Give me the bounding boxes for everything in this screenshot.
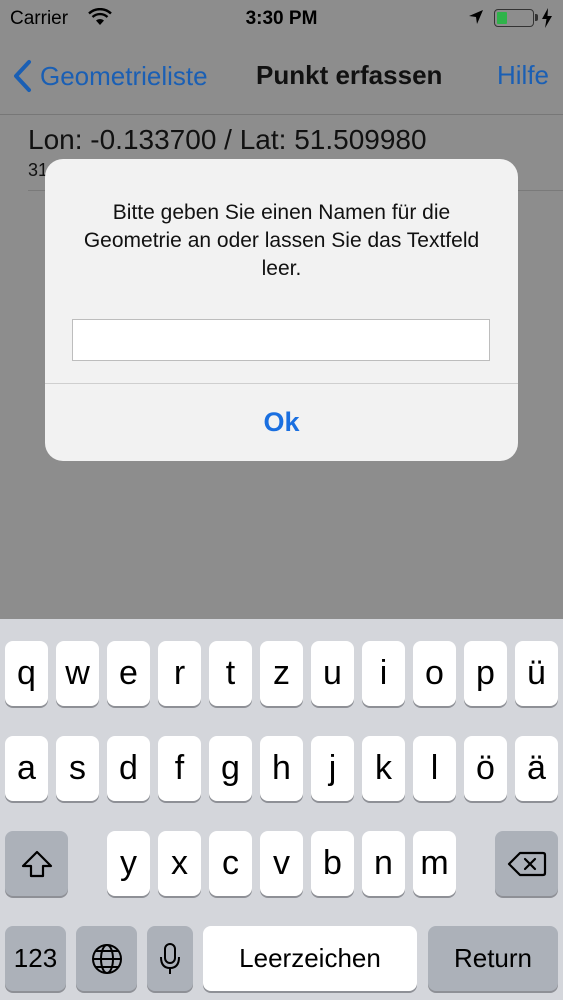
- key-f[interactable]: f: [158, 736, 201, 801]
- coordinates-label: Lon: -0.133700 / Lat: 51.509980: [28, 124, 427, 155]
- key-g[interactable]: g: [209, 736, 252, 801]
- key-w[interactable]: w: [56, 641, 99, 706]
- delete-icon: [507, 851, 546, 876]
- key-a[interactable]: a: [5, 736, 48, 801]
- key-r[interactable]: r: [158, 641, 201, 706]
- key-c[interactable]: c: [209, 831, 252, 896]
- location-arrow-icon: [469, 10, 483, 24]
- key-u[interactable]: u: [311, 641, 354, 706]
- globe-icon: [91, 943, 122, 974]
- shift-key[interactable]: [5, 831, 68, 896]
- globe-key[interactable]: [76, 926, 137, 991]
- help-button[interactable]: Hilfe: [497, 60, 549, 91]
- key-b[interactable]: b: [311, 831, 354, 896]
- battery-nub: [535, 14, 538, 21]
- return-key[interactable]: Return: [428, 926, 558, 991]
- key-s[interactable]: s: [56, 736, 99, 801]
- page-title: Punkt erfassen: [256, 60, 443, 90]
- delete-key[interactable]: [495, 831, 558, 896]
- numbers-key[interactable]: 123: [5, 926, 66, 991]
- key-p[interactable]: p: [464, 641, 507, 706]
- chevron-left-icon: [14, 60, 31, 92]
- key-j[interactable]: j: [311, 736, 354, 801]
- back-button-label: Geometrieliste: [40, 60, 208, 91]
- key-q[interactable]: q: [5, 641, 48, 706]
- key-oe[interactable]: ö: [464, 736, 507, 801]
- key-l[interactable]: l: [413, 736, 456, 801]
- name-alert-dialog: Bitte geben Sie einen Namen für die Geom…: [45, 159, 518, 461]
- back-button[interactable]: Geometrieliste: [12, 58, 208, 94]
- navigation-bar: Geometrieliste Punkt erfassen Hilfe: [0, 38, 563, 115]
- key-n[interactable]: n: [362, 831, 405, 896]
- ok-button[interactable]: Ok: [45, 384, 518, 461]
- key-o[interactable]: o: [413, 641, 456, 706]
- key-m[interactable]: m: [413, 831, 456, 896]
- microphone-key[interactable]: [147, 926, 193, 991]
- microphone-icon: [160, 942, 180, 974]
- key-e[interactable]: e: [107, 641, 150, 706]
- key-ue[interactable]: ü: [515, 641, 558, 706]
- key-v[interactable]: v: [260, 831, 303, 896]
- charging-bolt-icon: [542, 8, 552, 28]
- battery-icon: [494, 9, 538, 27]
- status-bar: Carrier 3:30 PM: [0, 0, 563, 38]
- key-x[interactable]: x: [158, 831, 201, 896]
- key-d[interactable]: d: [107, 736, 150, 801]
- key-h[interactable]: h: [260, 736, 303, 801]
- key-i[interactable]: i: [362, 641, 405, 706]
- key-ae[interactable]: ä: [515, 736, 558, 801]
- key-k[interactable]: k: [362, 736, 405, 801]
- alert-message: Bitte geben Sie einen Namen für die Geom…: [83, 201, 480, 280]
- keyboard: q w e r t z u i o p ü a s d f g h j k l …: [0, 619, 563, 1000]
- space-key[interactable]: Leerzeichen: [203, 926, 417, 991]
- geometry-name-input[interactable]: [72, 319, 490, 361]
- shift-icon: [21, 850, 52, 877]
- key-z[interactable]: z: [260, 641, 303, 706]
- key-y[interactable]: y: [107, 831, 150, 896]
- battery-fill: [497, 12, 507, 24]
- key-t[interactable]: t: [209, 641, 252, 706]
